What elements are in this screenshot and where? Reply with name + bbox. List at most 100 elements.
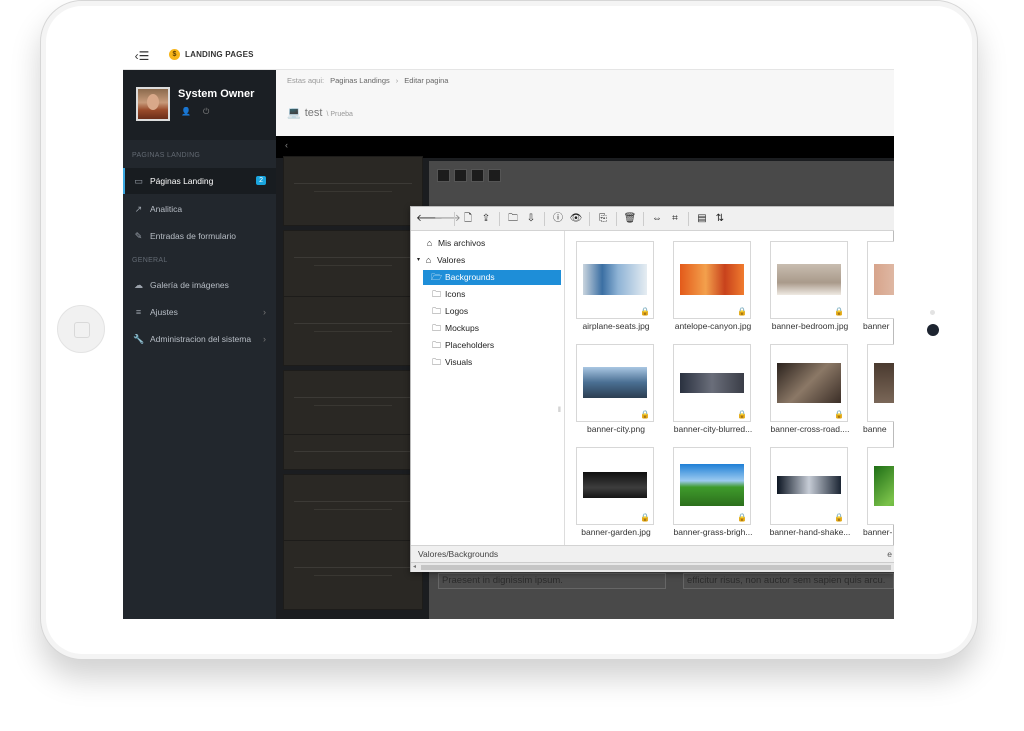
tree-item-logos[interactable]: 🗀 Logos	[431, 304, 468, 319]
trash-icon[interactable]	[454, 169, 467, 182]
sliders-icon: ≡	[135, 307, 142, 317]
breadcrumb-separator: ›	[395, 76, 399, 85]
upload-icon[interactable]: ⇪	[479, 212, 493, 226]
crop-icon[interactable]: ⌗	[668, 212, 682, 226]
folder-icon: 🗀	[431, 289, 441, 299]
sidebar-item-label: Analitica	[150, 204, 183, 214]
tree-item-placeholders[interactable]: 🗀 Placeholders	[431, 338, 494, 353]
power-icon[interactable]: ⏻	[203, 107, 209, 117]
sidebar-item-paginas-landing[interactable]: ▭ Páginas Landing 2	[123, 168, 276, 194]
file-item[interactable]: 🔒 banner-city.png	[568, 334, 664, 434]
copy-icon[interactable]: ⎘	[596, 212, 610, 226]
sidebar-item-galeria[interactable]: ☁ Galería de imágenes	[123, 272, 276, 298]
new-file-icon[interactable]: 🗋	[461, 212, 475, 226]
sidebar-item-label: Entradas de formulario	[150, 231, 236, 241]
home-button[interactable]	[57, 305, 105, 353]
file-item[interactable]: 🔒 banner-hand-shake...	[762, 437, 858, 537]
section-title-landing: PAGINAS LANDING	[132, 152, 201, 159]
block-thumbnail[interactable]	[283, 540, 423, 610]
status-bar: Valores/Backgrounds e	[411, 545, 894, 562]
tree-item-label: Visuals	[445, 357, 473, 367]
lock-icon: 🔒	[737, 513, 747, 522]
file-name: banner	[863, 321, 890, 331]
delete-icon[interactable]: 🗑	[623, 212, 637, 226]
block-thumbnail[interactable]	[283, 296, 423, 366]
pencil-icon[interactable]	[488, 169, 501, 182]
file-name: banner-cross-road....	[770, 424, 850, 434]
file-name: airplane-seats.jpg	[582, 321, 650, 331]
file-name: banner-	[863, 527, 893, 537]
tree-item-label: Placeholders	[445, 340, 495, 350]
folder-open-icon: 🗁	[431, 272, 443, 282]
preview-text-right[interactable]: efficitur risus, non auctor sem sapien q…	[683, 573, 894, 589]
file-item[interactable]: 🔒 banner-garden.jpg	[568, 437, 664, 537]
forward-icon[interactable]: 🡒	[434, 212, 461, 226]
block-thumbnail[interactable]	[283, 370, 423, 440]
sidebar-item-administracion[interactable]: 🔧 Administracion del sistema ›	[123, 326, 276, 352]
block-thumbnail[interactable]	[283, 230, 423, 300]
splitter-handle[interactable]: ‖	[558, 407, 561, 414]
file-name: banner-hand-shake...	[769, 527, 851, 537]
cloud-icon: ☁	[134, 279, 143, 290]
preview-text-left[interactable]: Praesent in dignissim ipsum.	[438, 573, 666, 589]
breadcrumb-link[interactable]: Paginas Landings	[330, 76, 390, 85]
tree-item-backgrounds[interactable]: 🗁 Backgrounds	[423, 270, 561, 285]
info-icon[interactable]	[437, 169, 450, 182]
file-item[interactable]: 🔒 antelope-canyon.jpg	[665, 231, 761, 331]
block-tools	[437, 169, 501, 182]
folder-icon: 🗀	[431, 306, 441, 316]
page-title-text: test	[304, 107, 323, 119]
new-folder-icon[interactable]: 🗀	[506, 212, 520, 226]
image-icon[interactable]	[471, 169, 484, 182]
menu-toggle-icon[interactable]: ‹☰	[128, 47, 156, 65]
caret-down-icon[interactable]: ▾	[417, 253, 420, 268]
block-thumbnail[interactable]	[283, 474, 423, 544]
tree-item-mockups[interactable]: 🗀 Mockups	[431, 321, 479, 336]
section-title-general: GENERAL	[132, 257, 168, 264]
folder-tree: ⌂ Mis archivos ▾ ⌂ Valores 🗁 Backgrounds 🗀 Ic…	[411, 231, 565, 545]
info-icon[interactable]: ⓘ	[551, 212, 565, 226]
download-icon[interactable]: ⇩	[524, 212, 538, 226]
file-item[interactable]: 🔒 banner-grass-brigh...	[665, 437, 761, 537]
back-icon[interactable]: 🡐	[416, 212, 443, 226]
file-item[interactable]: 🔒 banner	[859, 231, 894, 331]
brand-logo-icon: $	[169, 49, 180, 60]
scrollbar-thumb[interactable]	[421, 565, 891, 570]
chevron-right-icon: ›	[263, 307, 266, 317]
tree-item-valores[interactable]: ▾ ⌂ Valores	[417, 253, 465, 268]
tree-item-mis-archivos[interactable]: ⌂ Mis archivos	[424, 236, 485, 251]
file-item[interactable]: 🔒 banner-cross-road....	[762, 334, 858, 434]
scroll-left-icon[interactable]: ◂	[413, 563, 416, 570]
chevron-right-icon: ›	[263, 334, 266, 344]
resize-icon[interactable]: ⇔	[650, 212, 664, 226]
thumbnail-image	[680, 373, 744, 393]
sidebar-item-analitica[interactable]: ↗ Analitica	[123, 196, 276, 222]
file-grid: 🔒 airplane-seats.jpg 🔒 antelope-canyon.j…	[566, 231, 894, 545]
collapse-icon[interactable]: ‹	[285, 140, 288, 150]
brand[interactable]: $ LANDING PAGES	[169, 49, 254, 60]
file-item[interactable]: 🔒 banner-city-blurred...	[665, 334, 761, 434]
file-item[interactable]: 🔒 banner-bedroom.jpg	[762, 231, 858, 331]
avatar[interactable]	[136, 87, 170, 121]
sidebar-item-entradas[interactable]: ✎ Entradas de formulario	[123, 223, 276, 249]
user-icon[interactable]: 👤	[181, 107, 191, 117]
view-mode-icon[interactable]: ▤	[695, 212, 709, 226]
block-thumbnail[interactable]	[283, 156, 423, 226]
sidebar-item-ajustes[interactable]: ≡ Ajustes ›	[123, 299, 276, 325]
tree-item-label: Logos	[445, 306, 469, 316]
file-manager-dialog: 🡐 🡒 🗋 ⇪ 🗀 ⇩ ⓘ 👁 ⎘ 🗑 ⇔ ⌗ ▤ ⇅ ⌂ Mis archivo…	[410, 206, 894, 572]
file-name: banne	[863, 424, 887, 434]
lock-icon: 🔒	[834, 307, 844, 316]
block-thumbnail[interactable]	[283, 434, 423, 470]
horizontal-scrollbar[interactable]: ◂	[411, 562, 894, 572]
editor-toolbar: ‹	[276, 136, 894, 158]
brand-label: LANDING PAGES	[185, 50, 254, 59]
tree-item-visuals[interactable]: 🗀 Visuals	[431, 355, 472, 370]
file-item[interactable]: 🔒 banner-	[859, 437, 894, 537]
preview-icon[interactable]: 👁	[569, 212, 583, 226]
file-item[interactable]: 🔒 banne	[859, 334, 894, 434]
file-item[interactable]: 🔒 airplane-seats.jpg	[568, 231, 664, 331]
tree-item-icons[interactable]: 🗀 Icons	[431, 287, 465, 302]
sort-icon[interactable]: ⇅	[713, 212, 727, 226]
count-badge: 2	[256, 176, 266, 185]
